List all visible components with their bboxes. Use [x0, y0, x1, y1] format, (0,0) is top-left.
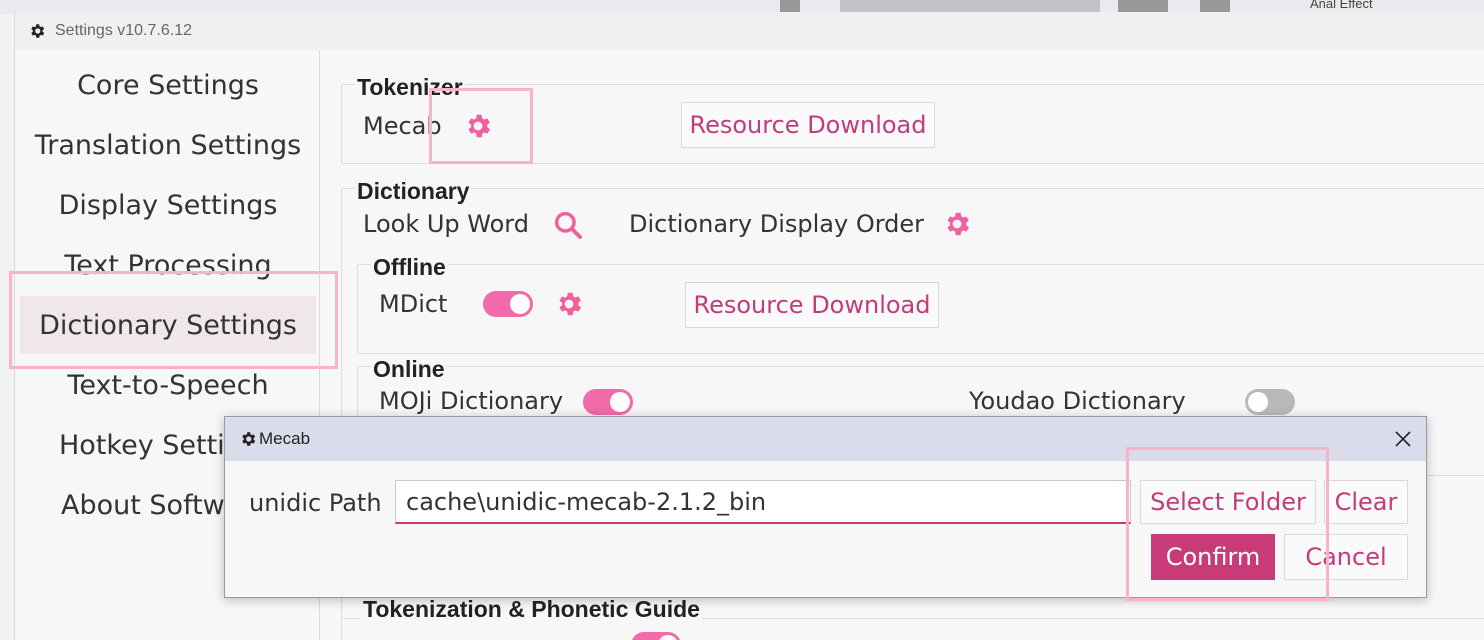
sidebar-item-display-settings[interactable]: Display Settings [19, 176, 317, 234]
cancel-button[interactable]: Cancel [1284, 534, 1408, 580]
mdict-label: MDict [379, 290, 448, 318]
sidebar-item-text-to-speech[interactable]: Text-to-Speech [19, 356, 317, 414]
mecab-settings-gear-icon[interactable] [462, 110, 494, 142]
toggle-knob [658, 635, 678, 640]
phonetic-guide-toggle[interactable] [631, 632, 681, 640]
background-blob [1200, 0, 1230, 12]
moji-dictionary-toggle[interactable] [583, 389, 633, 415]
mecab-dialog: Mecab unidic Path cache\unidic-mecab-2.1… [224, 416, 1427, 601]
window-titlebar: Settings v10.7.6.12 [15, 12, 1484, 50]
mecab-label: Mecab [363, 112, 442, 140]
moji-dictionary-label: MOJi Dictionary [379, 387, 564, 415]
background-text: Anal Effect [1310, 0, 1373, 11]
gear-icon [237, 428, 259, 450]
background-blob [840, 0, 1100, 12]
tokenizer-title: Tokenizer [355, 74, 465, 101]
mdict-resource-download-button[interactable]: Resource Download [685, 282, 939, 328]
window-title: Settings v10.7.6.12 [55, 22, 192, 39]
offline-title: Offline [371, 254, 448, 281]
tokenizer-resource-download-button[interactable]: Resource Download [681, 102, 935, 148]
dialog-title: Mecab [259, 429, 311, 448]
background-blob [1118, 0, 1168, 12]
gear-icon [27, 21, 47, 41]
mdict-toggle[interactable] [483, 291, 533, 317]
select-folder-button[interactable]: Select Folder [1140, 480, 1316, 524]
mdict-settings-gear-icon[interactable] [553, 288, 585, 320]
close-icon[interactable] [1390, 426, 1416, 452]
sidebar-item-translation-settings[interactable]: Translation Settings [19, 116, 317, 174]
unidic-path-input[interactable]: cache\unidic-mecab-2.1.2_bin [395, 480, 1131, 524]
dialog-titlebar: Mecab [225, 417, 1426, 461]
youdao-dictionary-label: Youdao Dictionary [969, 387, 1186, 415]
online-title: Online [371, 356, 447, 383]
background-blob [780, 0, 800, 12]
dictionary-title: Dictionary [355, 178, 472, 205]
clear-button[interactable]: Clear [1324, 480, 1408, 524]
toggle-knob [510, 294, 530, 314]
confirm-button[interactable]: Confirm [1151, 534, 1275, 580]
sidebar-item-dictionary-settings[interactable]: Dictionary Settings [20, 296, 316, 354]
dictionary-display-order-label: Dictionary Display Order [629, 210, 925, 238]
display-order-gear-icon[interactable] [941, 208, 973, 240]
sidebar-item-core-settings[interactable]: Core Settings [19, 56, 317, 114]
tokenization-title: Tokenization & Phonetic Guide [361, 596, 702, 623]
search-icon[interactable] [551, 208, 585, 242]
sidebar-item-text-processing[interactable]: Text Processing [19, 236, 317, 294]
unidic-path-label: unidic Path [249, 489, 382, 517]
toggle-knob [1248, 392, 1268, 412]
toggle-knob [610, 392, 630, 412]
youdao-dictionary-toggle[interactable] [1245, 389, 1295, 415]
look-up-word-label: Look Up Word [363, 210, 529, 238]
